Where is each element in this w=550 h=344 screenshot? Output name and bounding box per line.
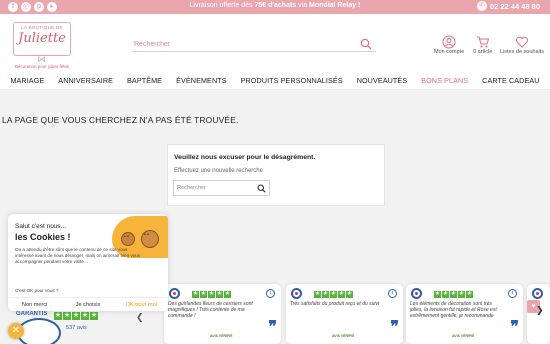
cookie-buttons: Non merci Je choisis OK pour moi (8, 297, 168, 311)
nav-item-nouveautes[interactable]: NOUVEAUTÉS (350, 76, 415, 85)
verified-badge: AVIS VÉRIFIÉ (332, 334, 355, 338)
verified-badge: AVIS VÉRIFIÉ (452, 334, 475, 338)
nav-item-evenements[interactable]: ÉVÉNEMENTS (169, 76, 234, 85)
quote-icon: ❞ (390, 317, 398, 336)
nav-item-anniversaire[interactable]: ANNIVERSAIRE (51, 76, 120, 85)
nav-item-produits-personnalises[interactable]: PRODUITS PERSONNALISÉS (234, 76, 350, 85)
heart-icon (516, 36, 529, 48)
user-icon (442, 35, 456, 49)
wishlist-link[interactable]: Listes de souhaits (500, 35, 544, 55)
verified-medal-icon (532, 288, 543, 299)
star-icon: ★ (90, 312, 98, 320)
cookie-accept-button[interactable]: OK pour moi (115, 298, 168, 311)
star-icon: ★ (81, 312, 89, 320)
verified-badge: AVIS VÉRIFIÉ (210, 334, 233, 338)
star-icon: ★ (72, 312, 80, 320)
site-logo[interactable]: LA BOUTIQUE DE Juliette ⋈ Décoration pou… (10, 22, 74, 72)
page-search-input[interactable] (177, 183, 252, 193)
quote-icon: ❞ (510, 317, 518, 336)
shipping-promo: Livraison offerte dès 75€ d'achats via M… (189, 2, 361, 9)
guarantee-label: GARANTIS (16, 311, 48, 317)
info-icon[interactable]: i (266, 289, 275, 298)
review-card[interactable]: ★ ★ ★ ★ ★ i Les éléments de décoration sont … (406, 284, 523, 344)
cookie-character-icon (121, 232, 135, 246)
cookie-settings-icon[interactable]: ✕ (8, 323, 24, 339)
info-icon[interactable]: i (508, 289, 517, 298)
nav-item-bons-plans[interactable]: BONS PLANS (414, 76, 475, 85)
logo-script-text: Juliette (18, 31, 66, 46)
review-stars: ★ ★ ★ ★ ★ (434, 291, 473, 298)
review-text: Les éléments de décoration sont très jol… (410, 301, 497, 319)
cart-label: 0 article (473, 49, 493, 55)
main-nav: MARIAGE ANNIVERSAIRE BAPTÊME ÉVÉNEMENTS … (0, 72, 550, 90)
review-card[interactable]: ★ ★ ★ ★ ★ i Des guirlandes fleurs de cerisie… (164, 284, 281, 344)
quote-icon: ❞ (268, 317, 276, 336)
phone-number: 02 22 44 48 80 (489, 1, 540, 11)
header: LA BOUTIQUE DE Juliette ⋈ Décoration pou… (0, 14, 550, 72)
logo-tagline: Décoration pour jolies fêtes (14, 64, 70, 69)
wishlist-label: Listes de souhaits (500, 49, 545, 55)
review-stars: ★ ★ ★ ★ ★ (192, 291, 231, 298)
phone-icon: ✆ (476, 1, 487, 11)
nav-item-mariage[interactable]: MARIAGE (3, 76, 51, 85)
verified-medal-icon (411, 288, 422, 299)
nav-item-bapteme[interactable]: BAPTÊME (120, 76, 169, 85)
verified-medal-icon (169, 288, 180, 299)
review-stars: ★ ★ ★ ★ ★ (314, 291, 353, 298)
review-card[interactable]: ★ ★ ★ ★ ★ i Très satisfaits du produit reçu … (286, 284, 403, 344)
search-icon[interactable] (257, 184, 266, 193)
cart-link[interactable]: 0 article (473, 35, 492, 55)
cookie-body: On a attendu d'être sûrs que le contenu … (15, 247, 141, 264)
nav-item-carte-cadeau[interactable]: CARTE CADEAU (475, 76, 546, 85)
cookie-title: les Cookies ! (15, 232, 71, 242)
top-bar: f ◎ p ▸ Livraison offerte dès 75€ d'acha… (0, 0, 550, 14)
page-title: LA PAGE QUE VOUS CHERCHEZ N'A PAS ÉTÉ TR… (2, 115, 239, 125)
phone-contact[interactable]: ✆ 02 22 44 48 80 (476, 1, 540, 11)
review-text: Très satisfaits du produit reçu et du su… (290, 301, 380, 307)
search-input[interactable] (134, 38, 354, 50)
star-icon: ★ (63, 312, 71, 320)
logo-small-text: LA BOUTIQUE DE (21, 25, 63, 30)
new-search-label: Effectuez une nouvelle recherche (174, 168, 263, 174)
header-search (132, 37, 376, 52)
cookie-question: C'est OK pour vous ? (15, 288, 59, 293)
not-found-box: Veuillez nous excuser pour le désagrémen… (167, 144, 385, 206)
account-link[interactable]: Mon compte (434, 35, 464, 55)
cart-icon (476, 36, 489, 48)
cookie-choose-button[interactable]: Je choisis (61, 298, 114, 311)
guarantee-stars: ★ ★ ★ ★ ★ (54, 312, 98, 320)
cookie-character-icon (141, 230, 159, 248)
review-count[interactable]: 537 avis (66, 325, 87, 331)
carousel-next-icon[interactable]: ❯ (536, 305, 544, 316)
cookie-greeting: Salut c'est nous... (15, 223, 67, 230)
verified-medal-icon (291, 288, 302, 299)
carousel-prev-icon[interactable]: ❮ (136, 312, 144, 323)
apology-text: Veuillez nous excuser pour le désagrémen… (174, 154, 316, 161)
star-icon: ★ (54, 312, 62, 320)
search-icon[interactable] (360, 38, 372, 50)
page-search (173, 180, 270, 196)
cookie-refuse-button[interactable]: Non merci (8, 298, 61, 311)
account-label: Mon compte (434, 49, 465, 55)
review-text: Des guirlandes fleurs de cerisiers sont … (168, 301, 253, 319)
info-icon[interactable]: i (388, 289, 397, 298)
